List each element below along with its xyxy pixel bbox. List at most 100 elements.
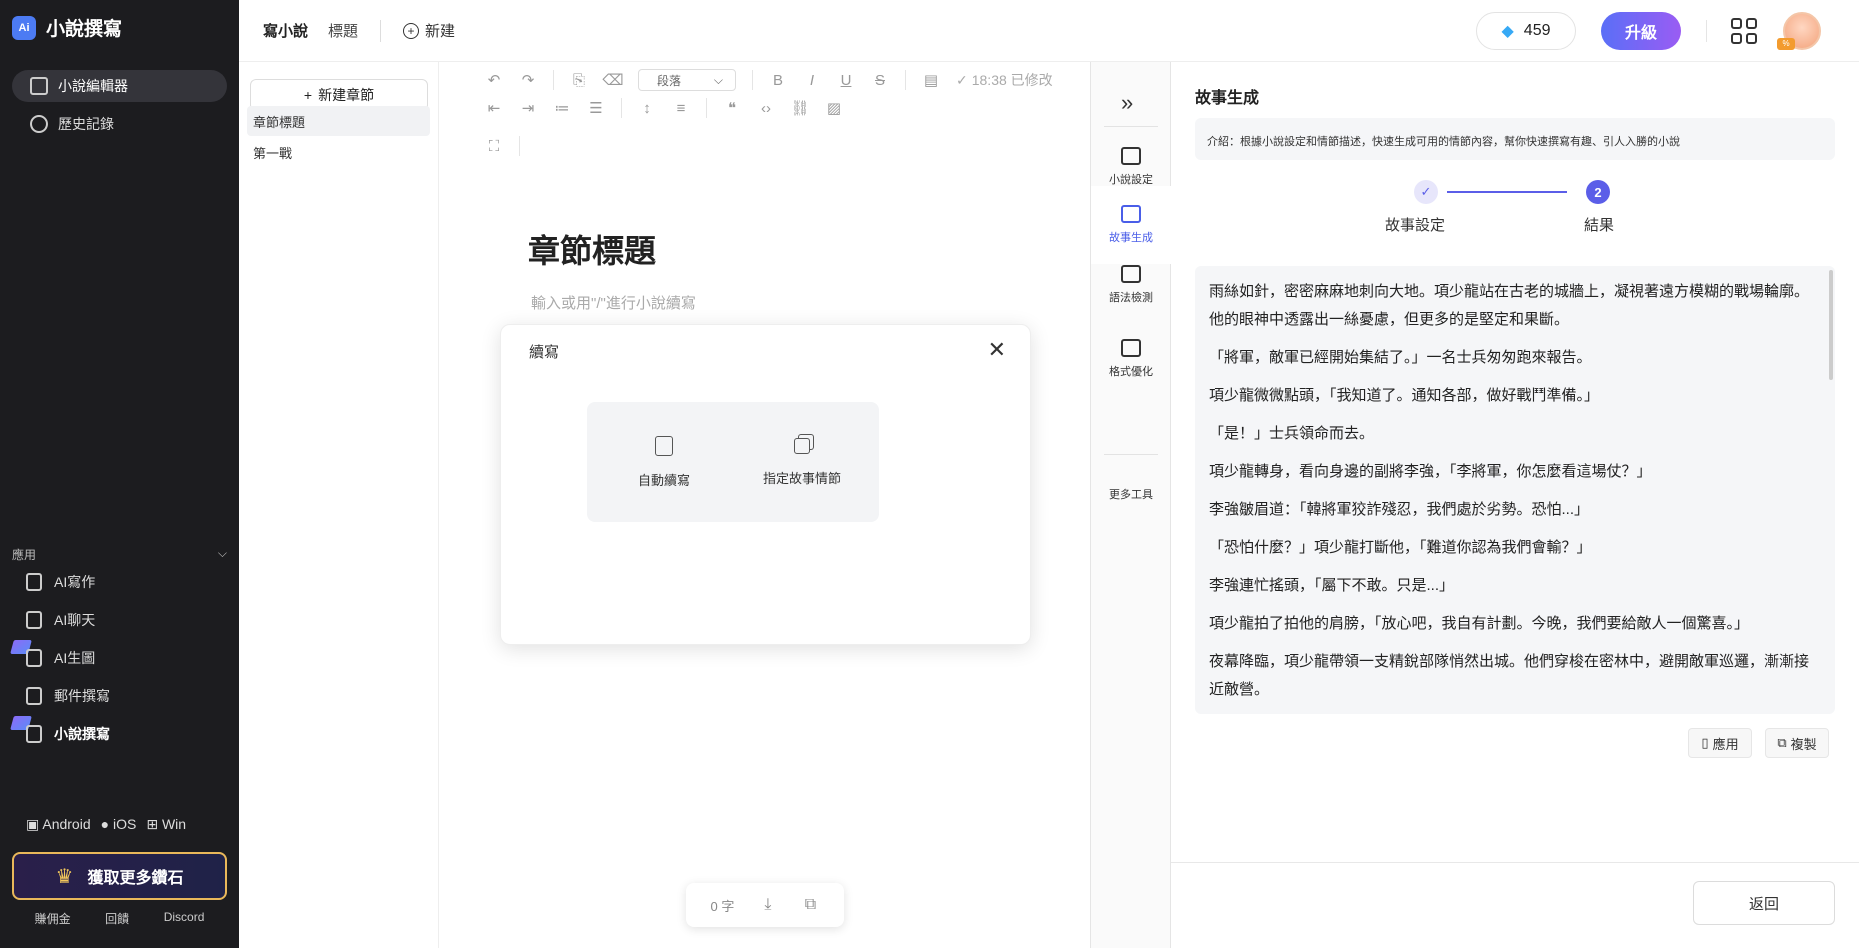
story-generation-panel: 故事生成 介紹：根據小說設定和情節描述，快速生成可用的情節內容，幫你快速撰寫有趣… bbox=[1171, 62, 1859, 948]
app-item-novel-writing[interactable]: 小說撰寫 bbox=[26, 724, 110, 744]
header-divider bbox=[1706, 20, 1707, 42]
diamond-icon: ◆ bbox=[1501, 23, 1514, 40]
diamond-count-value: 459 bbox=[1523, 22, 1551, 39]
app-item-ai-image[interactable]: AI生圖 bbox=[26, 648, 95, 668]
copy-icon[interactable]: ⧉ bbox=[801, 896, 819, 914]
sliders-icon bbox=[1121, 147, 1141, 165]
link-feedback[interactable]: 回饋 bbox=[105, 910, 129, 927]
save-icon[interactable]: ▤ bbox=[922, 71, 940, 89]
avatar-badge: % bbox=[1777, 38, 1795, 50]
close-icon[interactable]: ✕ bbox=[988, 337, 1006, 363]
indent-icon[interactable]: ⇥ bbox=[519, 99, 537, 117]
nav-item-history[interactable]: 歷史記錄 bbox=[12, 108, 227, 140]
auto-continue-option[interactable]: 自動續寫 bbox=[587, 402, 741, 522]
scrollbar[interactable] bbox=[1829, 270, 1833, 380]
upgrade-button[interactable]: 升級 bbox=[1601, 12, 1681, 50]
link-earn-commission[interactable]: 賺佣金 bbox=[35, 910, 71, 927]
code-icon[interactable]: ‹› bbox=[757, 99, 775, 117]
app-item-label: AI聊天 bbox=[54, 612, 96, 628]
more-tools[interactable]: 更多工具 bbox=[1091, 486, 1171, 502]
chapter-item[interactable]: 章節標題 bbox=[247, 106, 430, 136]
crown-icon: ♛ bbox=[55, 865, 74, 888]
copy-icon bbox=[794, 437, 810, 454]
link-discord[interactable]: Discord bbox=[164, 910, 205, 927]
apps-grid-icon[interactable] bbox=[1731, 18, 1757, 44]
nav-item-novel-editor[interactable]: 小說編輯器 bbox=[12, 70, 227, 102]
step-label[interactable]: 故事設定 bbox=[1385, 214, 1445, 235]
app-item-label: 小說撰寫 bbox=[54, 726, 110, 742]
chapter-item[interactable]: 第一戰 bbox=[247, 137, 430, 167]
collapse-icon[interactable]: » bbox=[1121, 90, 1133, 116]
format-icon bbox=[1121, 339, 1141, 357]
chapter-title[interactable]: 章節標題 bbox=[528, 226, 656, 272]
platform-android[interactable]: ▣ Android bbox=[26, 816, 91, 833]
app-item-ai-writing[interactable]: AI寫作 bbox=[26, 572, 95, 592]
generated-result[interactable]: 雨絲如針，密密麻麻地刺向大地。項少龍站在古老的城牆上，凝視著遠方模糊的戰場輪廓。… bbox=[1195, 266, 1835, 714]
step-current-number: 2 bbox=[1586, 180, 1610, 204]
step-connector bbox=[1447, 191, 1567, 193]
nav-item-label: 小說編輯器 bbox=[58, 78, 128, 94]
tool-rail: » 小說設定 故事生成 語法檢測 格式優化 更多工具 bbox=[1090, 62, 1171, 948]
rail-item-label: 小說設定 bbox=[1109, 174, 1153, 186]
result-paragraph: 夜幕降臨，項少龍帶領一支精銳部隊悄然出城。他們穿梭在密林中，避開敵軍巡邏，漸漸接… bbox=[1209, 653, 1810, 698]
plus-icon: + bbox=[303, 87, 313, 103]
rail-item-label: 語法檢測 bbox=[1109, 292, 1153, 304]
platform-ios[interactable]: ● iOS bbox=[101, 816, 137, 833]
bullet-list-icon[interactable]: ☰ bbox=[587, 99, 605, 117]
editor-placeholder[interactable]: 輸入或用"/"進行小說續寫 bbox=[531, 292, 696, 313]
header-divider bbox=[380, 19, 382, 42]
bold-icon[interactable]: B bbox=[769, 71, 787, 89]
editor-toolbar-row-3: ⛶ bbox=[485, 132, 520, 160]
image-icon[interactable]: ▨ bbox=[825, 99, 843, 117]
strikethrough-icon[interactable]: S bbox=[871, 71, 889, 89]
underline-icon[interactable]: U bbox=[837, 71, 855, 89]
diamond-balance[interactable]: ◆ 459 bbox=[1476, 12, 1576, 50]
redo-icon[interactable]: ↷ bbox=[519, 71, 537, 89]
specify-plot-option[interactable]: 指定故事情節 bbox=[725, 402, 879, 522]
app-item-mail-writing[interactable]: 郵件撰寫 bbox=[26, 686, 110, 706]
windows-icon: ⊞ bbox=[146, 816, 159, 832]
format-painter-icon[interactable]: ⎘ bbox=[570, 71, 588, 89]
panel-intro: 介紹：根據小說設定和情節描述，快速生成可用的情節內容，幫你快速撰寫有趣、引人入勝… bbox=[1195, 118, 1835, 160]
result-paragraph: 項少龍轉身，看向身邊的副將李強，「李將軍，你怎麼看這場仗？」 bbox=[1209, 463, 1652, 480]
quote-icon[interactable]: ❝ bbox=[723, 99, 741, 117]
app-logo[interactable]: Ai 小說撰寫 bbox=[12, 14, 122, 41]
eraser-icon[interactable]: ⌫ bbox=[602, 71, 623, 89]
fullscreen-icon[interactable]: ⛶ bbox=[485, 137, 503, 155]
copy-button[interactable]: ⧉ 複製 bbox=[1765, 728, 1829, 758]
continue-writing-modal: 續寫 ✕ 自動續寫 指定故事情節 bbox=[500, 324, 1031, 645]
download-icon[interactable]: ⤓ bbox=[759, 896, 777, 914]
rail-item-format-optimization[interactable]: 格式優化 bbox=[1091, 320, 1171, 398]
italic-icon[interactable]: I bbox=[803, 71, 821, 89]
platform-windows[interactable]: ⊞ Win bbox=[146, 816, 186, 833]
apply-button[interactable]: ▯ 應用 bbox=[1688, 728, 1752, 758]
rail-item-label: 格式優化 bbox=[1109, 366, 1153, 378]
apps-section-header[interactable]: 應用 ⌵ bbox=[12, 546, 227, 563]
novel-icon bbox=[26, 725, 42, 743]
new-button[interactable]: + 新建 bbox=[403, 20, 455, 41]
panel-footer: 返回 bbox=[1171, 862, 1859, 948]
align-icon[interactable]: ≡ bbox=[672, 99, 690, 117]
result-paragraph: 「將軍，敵軍已經開始集結了。」一名士兵匆匆跑來報告。 bbox=[1209, 349, 1592, 366]
app-item-ai-chat[interactable]: AI聊天 bbox=[26, 610, 95, 630]
result-paragraph: 「是！」士兵領命而去。 bbox=[1209, 425, 1375, 442]
app-item-label: AI寫作 bbox=[54, 574, 96, 590]
plus-circle-icon: + bbox=[403, 22, 420, 39]
ordered-list-icon[interactable]: ≔ bbox=[553, 99, 571, 117]
back-button[interactable]: 返回 bbox=[1693, 881, 1835, 925]
line-height-icon[interactable]: ↕ bbox=[638, 99, 656, 117]
undo-icon[interactable]: ↶ bbox=[485, 71, 503, 89]
paragraph-select[interactable]: 段落 ⌵ bbox=[638, 69, 736, 91]
tab-write-novel[interactable]: 寫小說 bbox=[263, 20, 308, 41]
copy-icon: ⧉ bbox=[1777, 735, 1787, 750]
link-icon[interactable]: ⛓ bbox=[790, 99, 809, 117]
outdent-icon[interactable]: ⇤ bbox=[485, 99, 503, 117]
get-more-diamonds-button[interactable]: ♛ 獲取更多鑽石 bbox=[12, 852, 227, 900]
option-label: 自動續寫 bbox=[637, 472, 690, 488]
tab-title[interactable]: 標題 bbox=[328, 20, 358, 41]
rail-item-grammar-check[interactable]: 語法檢測 bbox=[1091, 246, 1171, 324]
chevron-down-icon: ⌵ bbox=[713, 72, 723, 87]
nav-item-label: 歷史記錄 bbox=[58, 116, 114, 132]
result-paragraph: 雨絲如針，密密麻麻地刺向大地。項少龍站在古老的城牆上，凝視著遠方模糊的戰場輪廓。… bbox=[1209, 283, 1810, 328]
option-label: 指定故事情節 bbox=[762, 470, 841, 486]
